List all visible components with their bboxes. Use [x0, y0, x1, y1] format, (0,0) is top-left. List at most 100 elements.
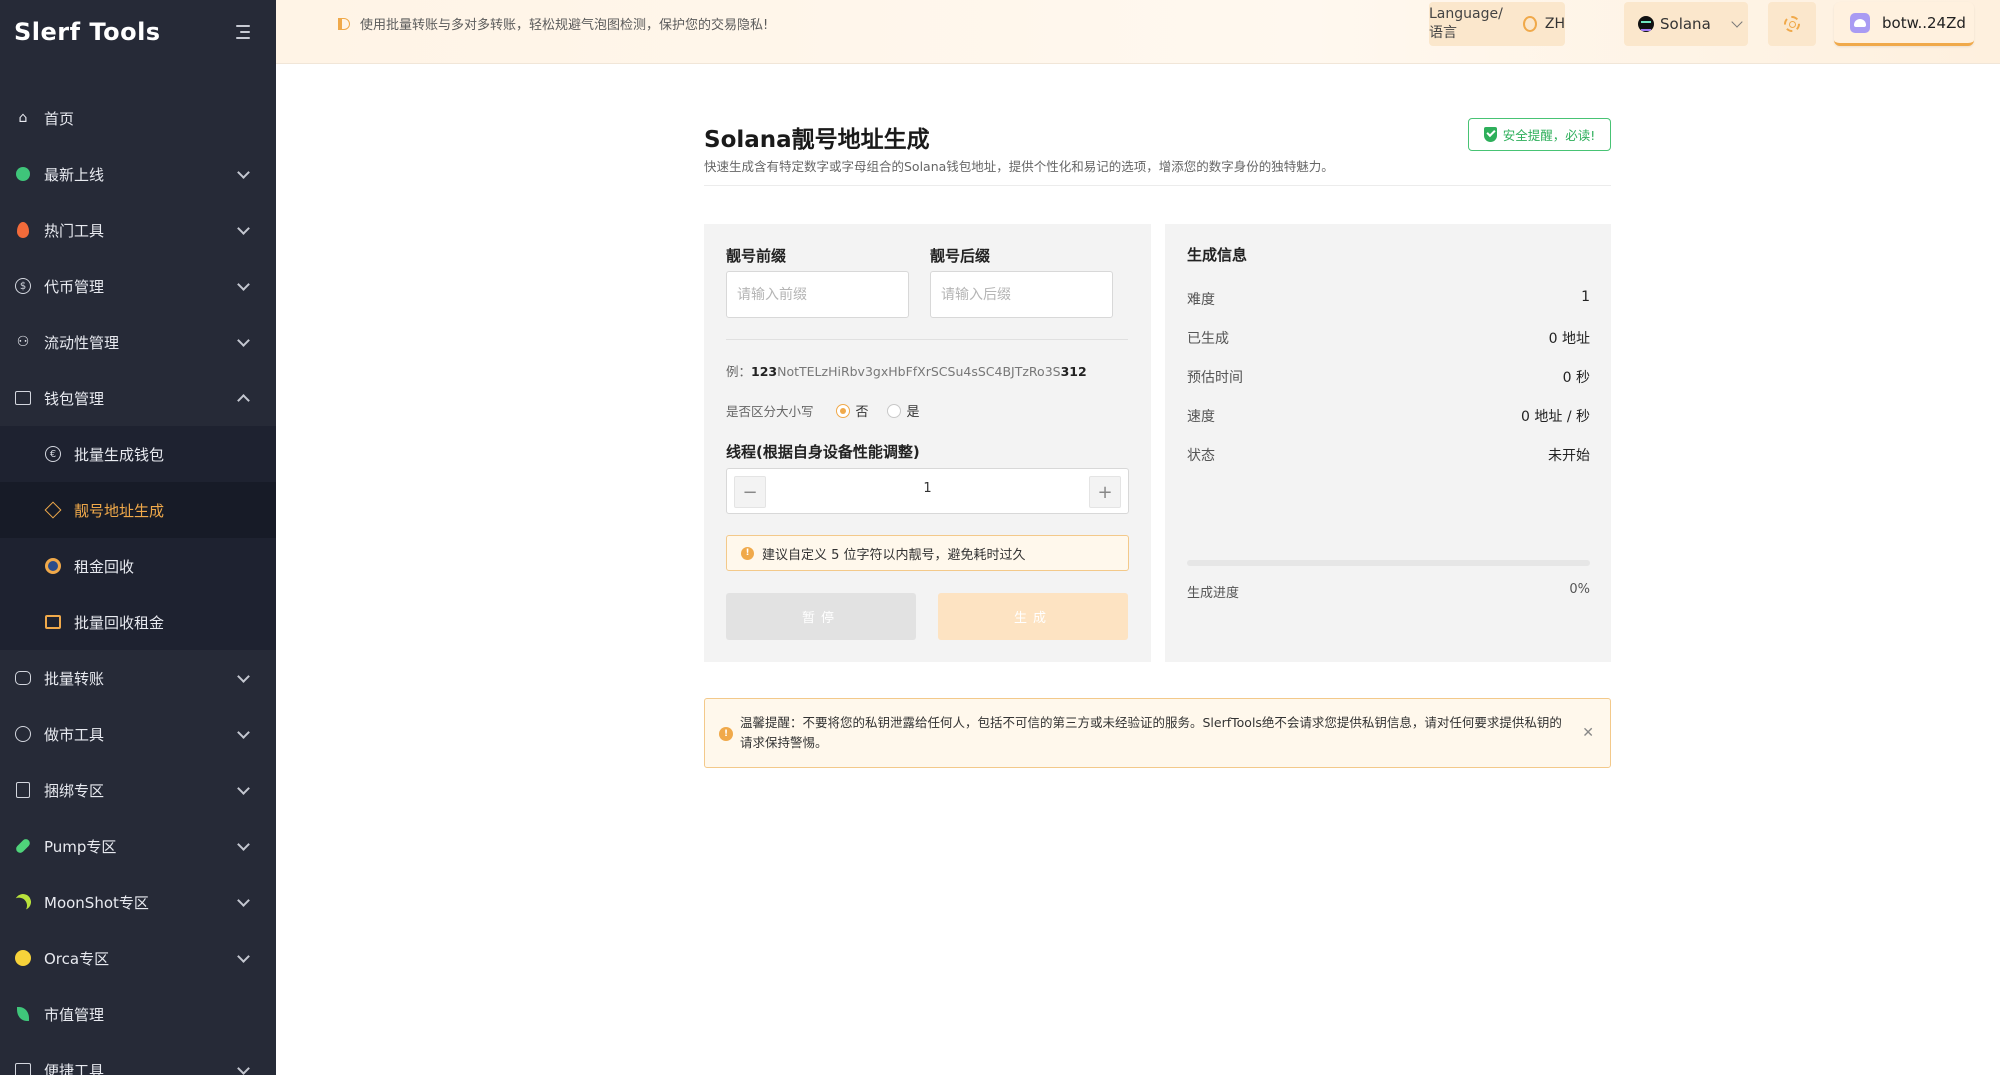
decrement-button[interactable]: − [734, 476, 766, 508]
increment-button[interactable]: + [1089, 476, 1121, 508]
phantom-wallet-icon [1850, 12, 1870, 33]
home-icon: ⌂ [18, 110, 28, 126]
moon-icon [14, 893, 32, 911]
sidebar-item-new[interactable]: 最新上线 [0, 146, 276, 202]
announcement: 使用批量转账与多对多转账，轻松规避气泡图检测，保护您的交易隐私! [338, 14, 768, 33]
suffix-input[interactable] [930, 271, 1113, 318]
globe-icon [1522, 16, 1537, 32]
sidebar-item-wallet[interactable]: 钱包管理 [0, 370, 276, 426]
sidebar-item-market-making[interactable]: 做市工具 [0, 706, 276, 762]
example-prefix: 123 [751, 364, 778, 379]
sidebar-item-convenience-tools[interactable]: 便捷工具 [0, 1042, 276, 1075]
sidebar-item-label: 最新上线 [44, 165, 105, 184]
sidebar-menu: ⌂ 首页 最新上线 热门工具 $ 代币管理 ⚇ 流动性管理 钱包管理 € 批量生… [0, 90, 276, 1075]
sidebar-item-bundle[interactable]: 捆绑专区 [0, 762, 276, 818]
chevron-down-icon [237, 333, 250, 347]
sidebar-item-label: 代币管理 [44, 277, 105, 296]
example-middle: NotTELzHiRbv3gxHbFfXrSCSu4sSC4BJTzRo3S [777, 364, 1061, 379]
tip-banner: ! 建议自定义 5 位字符以内靓号，避免耗时过久 [726, 535, 1129, 571]
sidebar-item-rent-recovery[interactable]: 租金回收 [0, 538, 276, 594]
sidebar-item-hot-tools[interactable]: 热门工具 [0, 202, 276, 258]
chevron-down-icon [237, 837, 250, 851]
generate-button[interactable]: 生成 [938, 593, 1128, 640]
chevron-down-icon [237, 949, 250, 963]
network-selector[interactable]: Solana [1624, 2, 1748, 46]
thread-label: 线程(根据自身设备性能调整) [726, 443, 920, 461]
sidebar-item-pump[interactable]: Pump专区 [0, 818, 276, 874]
info-row-status: 状态 未开始 [1187, 445, 1590, 465]
chevron-down-icon [237, 781, 250, 795]
case-option-no[interactable]: 否 [835, 401, 869, 420]
chevron-down-icon [237, 277, 250, 291]
gear-icon [1784, 16, 1800, 32]
info-label: 速度 [1187, 409, 1215, 425]
chevron-down-icon [237, 893, 250, 907]
sidebar-item-label: 做市工具 [44, 725, 105, 744]
app-logo[interactable]: Slerf Tools [14, 18, 161, 46]
info-row-generated: 已生成 0 地址 [1187, 328, 1590, 348]
euro-coin-icon: € [44, 445, 62, 463]
radio-checked-icon[interactable] [835, 403, 850, 418]
info-value: 0 秒 [1562, 370, 1590, 386]
chevron-down-icon [237, 669, 250, 683]
prefix-label: 靓号前缀 [726, 247, 787, 265]
wallet-icon [14, 389, 32, 407]
security-reminder-button[interactable]: 安全提醒，必读! [1468, 118, 1611, 151]
case-option-label: 是 [906, 405, 920, 420]
info-row-difficulty: 难度 1 [1187, 289, 1590, 309]
chevron-down-icon [237, 725, 250, 739]
info-label: 已生成 [1187, 331, 1229, 347]
sidebar-item-moonshot[interactable]: MoonShot专区 [0, 874, 276, 930]
warning-icon: ! [719, 727, 733, 741]
thread-value[interactable]: 1 [923, 481, 931, 496]
close-icon[interactable]: ✕ [1582, 725, 1594, 741]
settings-button[interactable] [1768, 2, 1816, 46]
info-label: 状态 [1187, 448, 1215, 464]
info-value: 0 地址 [1548, 331, 1590, 347]
chevron-down-icon [237, 221, 250, 235]
pause-button[interactable]: 暂停 [726, 593, 916, 640]
pill-icon [14, 837, 32, 855]
liquidity-icon: ⚇ [16, 334, 30, 350]
tools-icon [14, 1061, 32, 1075]
dollar-coin-icon: $ [14, 277, 32, 295]
sidebar-item-market-cap[interactable]: 市值管理 [0, 986, 276, 1042]
warning-icon: ! [741, 546, 754, 560]
sidebar-item-label: Pump专区 [44, 837, 117, 856]
sidebar-item-batch-transfer[interactable]: 批量转账 [0, 650, 276, 706]
collapse-sidebar-icon[interactable] [232, 25, 250, 39]
divider [726, 339, 1128, 340]
info-value: 0 地址 / 秒 [1521, 409, 1590, 425]
radio-unchecked-icon[interactable] [886, 403, 901, 418]
sidebar-item-home[interactable]: ⌂ 首页 [0, 90, 276, 146]
sidebar-item-batch-rent-recovery[interactable]: 批量回收租金 [0, 594, 276, 650]
sidebar-item-label: Orca专区 [44, 949, 110, 968]
sidebar-item-token[interactable]: $ 代币管理 [0, 258, 276, 314]
generator-form: 靓号前缀 靓号后缀 例：123NotTELzHiRbv3gxHbFfXrSCSu… [704, 224, 1151, 662]
suffix-label: 靓号后缀 [930, 247, 991, 265]
example-address: 例：123NotTELzHiRbv3gxHbFfXrSCSu4sSC4BJTzR… [726, 361, 1087, 380]
prefix-input[interactable] [726, 271, 909, 318]
sidebar-item-label: 首页 [44, 109, 75, 128]
wallet-button[interactable]: botw..24Zd [1834, 2, 1974, 46]
sidebar-item-orca[interactable]: Orca专区 [0, 930, 276, 986]
diamond-icon [44, 501, 62, 519]
info-value: 未开始 [1548, 448, 1590, 464]
sidebar-item-batch-wallet[interactable]: € 批量生成钱包 [0, 426, 276, 482]
language-selector[interactable]: Language/语言 ZH [1429, 2, 1565, 46]
divider [704, 185, 1611, 186]
solana-icon [1638, 16, 1654, 32]
case-option-yes[interactable]: 是 [886, 401, 920, 420]
info-row-estimated-time: 预估时间 0 秒 [1187, 367, 1590, 387]
warning-text: 温馨提醒：不要将您的私钥泄露给任何人，包括不可信的第三方或未经验证的服务。Sle… [740, 715, 1562, 750]
sidebar-item-liquidity[interactable]: ⚇ 流动性管理 [0, 314, 276, 370]
sidebar: Slerf Tools ⌂ 首页 最新上线 热门工具 $ 代币管理 ⚇ 流动性管… [0, 0, 276, 1075]
sidebar-item-label: 批量回收租金 [74, 613, 165, 632]
bundle-icon [14, 781, 32, 799]
sidebar-item-label: MoonShot专区 [44, 893, 149, 912]
page-subtitle: 快速生成含有特定数字或字母组合的Solana钱包地址，提供个性化和易记的选项，增… [704, 159, 1334, 174]
sidebar-item-label: 租金回收 [74, 557, 135, 576]
chevron-up-icon [237, 393, 250, 407]
page-title: Solana靓号地址生成 [704, 127, 930, 153]
sidebar-item-vanity-address[interactable]: 靓号地址生成 [0, 482, 276, 538]
